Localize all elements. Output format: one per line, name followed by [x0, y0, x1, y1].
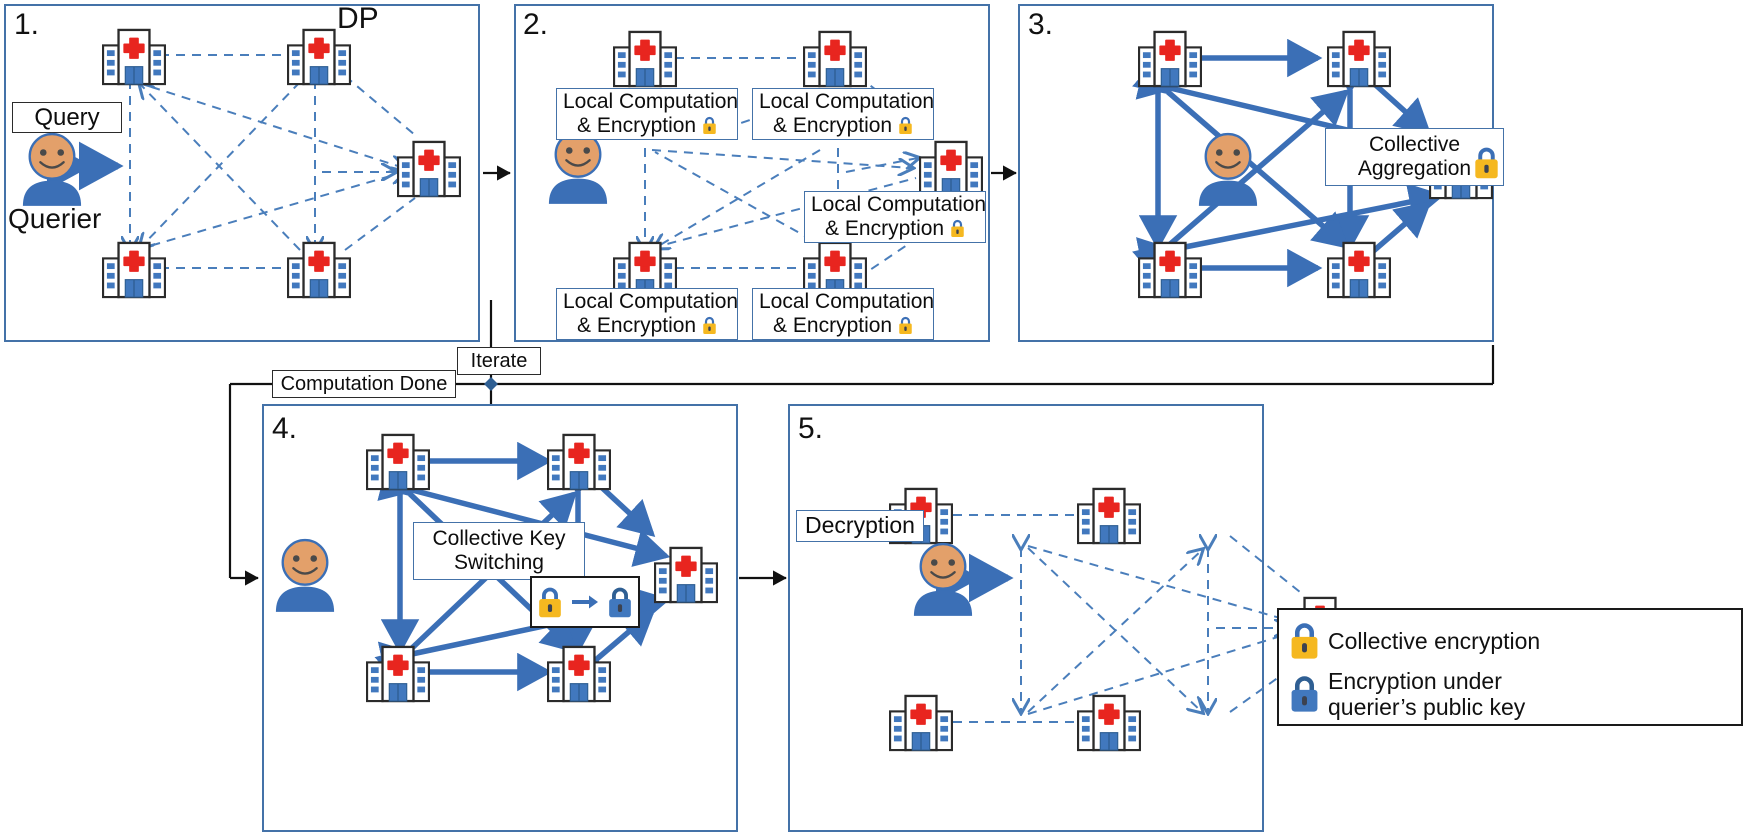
hospital-icon	[1076, 694, 1142, 752]
local-computation-line2: & Encryption	[577, 314, 697, 337]
right-arrow-icon	[572, 595, 598, 609]
querier-avatar	[1197, 132, 1259, 206]
hospital-icon	[888, 694, 954, 752]
collective-key-switching-line1: Collective Key	[432, 526, 566, 550]
panel-3-number: 3.	[1028, 8, 1054, 41]
local-computation-line1: Local Computation	[563, 289, 739, 313]
panel-4-number: 4.	[272, 412, 298, 445]
legend: Collective encryption Encryption under q…	[1277, 608, 1743, 726]
local-computation-box: Local Computation & Encryption	[556, 288, 738, 340]
panel-5	[788, 404, 1264, 832]
collective-lock-icon	[1473, 147, 1500, 180]
hospital-icon	[546, 645, 612, 703]
decryption-label: Decryption	[796, 510, 924, 542]
hospital-icon	[286, 28, 352, 86]
hospital-icon	[612, 30, 678, 88]
local-computation-line1: Local Computation	[563, 89, 739, 113]
hospital-icon	[365, 433, 431, 491]
local-computation-box: Local Computation & Encryption	[752, 88, 934, 140]
legend-item-querier-label-line1: Encryption under	[1328, 668, 1502, 695]
iterate-label: Iterate	[457, 347, 541, 375]
hospital-icon	[546, 433, 612, 491]
hospital-icon	[802, 30, 868, 88]
collective-lock-icon	[1289, 621, 1320, 661]
panel-1-query-label: Query	[12, 102, 122, 133]
collective-key-switching-line2: Switching	[454, 551, 544, 574]
panel-1-querier-label: Querier	[8, 203, 102, 234]
hospital-icon	[918, 140, 984, 198]
hospital-icon	[1326, 30, 1392, 88]
legend-item-querier-label-line2: querier’s public key	[1328, 694, 1526, 720]
panel-4	[262, 404, 738, 832]
querier-avatar	[912, 542, 974, 616]
collective-lock-icon	[898, 116, 913, 135]
local-computation-line1: Local Computation	[759, 89, 935, 113]
hospital-icon	[101, 241, 167, 299]
collective-lock-icon	[898, 316, 913, 335]
hospital-icon	[653, 546, 719, 604]
legend-item-querier: Encryption under querier’s public key	[1289, 665, 1731, 723]
flow-diamond	[484, 377, 498, 391]
collective-lock-icon	[702, 116, 717, 135]
collective-lock-icon	[537, 587, 563, 619]
local-computation-line2: & Encryption	[825, 217, 945, 240]
legend-item-collective: Collective encryption	[1289, 617, 1731, 665]
querier-avatar	[547, 130, 609, 204]
collective-key-switching-box: Collective Key Switching	[413, 522, 585, 580]
hospital-icon	[365, 645, 431, 703]
hospital-icon	[101, 28, 167, 86]
hospital-icon	[396, 140, 462, 198]
hospital-icon	[1076, 487, 1142, 545]
querier-lock-icon	[607, 587, 633, 619]
hospital-icon	[1137, 241, 1203, 299]
collective-lock-icon	[702, 316, 717, 335]
hospital-icon	[286, 241, 352, 299]
local-computation-line2: & Encryption	[773, 114, 893, 137]
local-computation-line2: & Encryption	[577, 114, 697, 137]
hospital-icon	[1326, 241, 1392, 299]
local-computation-line1: Local Computation	[811, 192, 987, 216]
querier-avatar	[274, 538, 336, 612]
querier-avatar	[21, 132, 83, 206]
hospital-icon	[1137, 30, 1203, 88]
legend-item-collective-label: Collective encryption	[1328, 628, 1541, 654]
computation-done-label: Computation Done	[272, 370, 456, 398]
panel-1-number: 1.	[14, 8, 40, 41]
local-computation-line2: & Encryption	[773, 314, 893, 337]
local-computation-line1: Local Computation	[759, 289, 935, 313]
collective-lock-icon	[950, 219, 965, 238]
panel-2-number: 2.	[523, 8, 549, 41]
key-switch-panel	[530, 576, 640, 628]
local-computation-box: Local Computation & Encryption	[556, 88, 738, 140]
local-computation-box: Local Computation & Encryption	[752, 288, 934, 340]
local-computation-box: Local Computation & Encryption	[804, 191, 986, 243]
panel-5-number: 5.	[798, 412, 824, 445]
querier-lock-icon	[1289, 674, 1320, 714]
